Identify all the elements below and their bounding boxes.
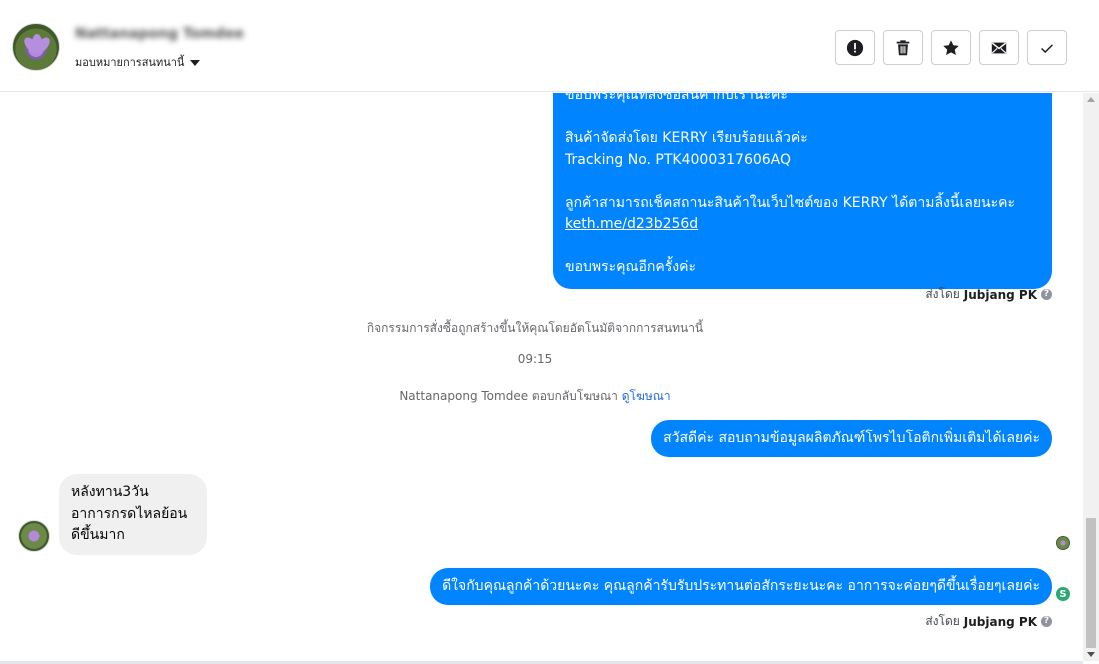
sent-by-agent: Jubjang PK bbox=[963, 287, 1037, 302]
trash-icon bbox=[896, 39, 910, 55]
message-line: ขอบพระคุณอีกครั้งค่ะ bbox=[565, 259, 696, 275]
caret-down-icon bbox=[190, 59, 201, 66]
timestamp: 09:15 bbox=[517, 352, 553, 366]
sent-by-prefix: ส่งโดย bbox=[925, 287, 960, 301]
assign-conversation-dropdown[interactable]: มอบหมายการสนทนานี้ bbox=[75, 53, 201, 71]
sent-by-prefix: ส่งโดย bbox=[925, 614, 960, 628]
system-ad-reply-notice: Nattanapong Tomdee ตอบกลับโฆษณา ดูโฆษณา bbox=[0, 387, 1070, 406]
mark-unread-button[interactable] bbox=[979, 30, 1019, 65]
sent-by-label: ส่งโดย Jubjang PK ? bbox=[925, 285, 1052, 304]
assign-label: มอบหมายการสนทนานี้ bbox=[75, 56, 185, 69]
view-ad-link[interactable]: ดูโฆษณา bbox=[622, 389, 671, 403]
scroll-up-arrow-icon[interactable] bbox=[1087, 97, 1095, 102]
message-line: ดีขึ้นมาก bbox=[71, 527, 125, 543]
outgoing-message-greeting: สวัสดีค่ะ สอบถามข้อมูลผลิตภัณฑ์โพรไบโอติ… bbox=[651, 420, 1052, 457]
message-line: สินค้าจัดส่งโดย KERRY เรียบร้อยแล้วค่ะ bbox=[565, 130, 808, 146]
star-icon bbox=[943, 39, 959, 55]
message-line: Tracking No. PTK4000317606AQ bbox=[565, 151, 792, 168]
report-button[interactable] bbox=[835, 30, 875, 65]
tracking-link[interactable]: keth.me/d23b256d bbox=[565, 216, 698, 232]
contact-name[interactable]: Nattanapong Tomdee bbox=[75, 26, 244, 42]
sent-by-label: ส่งโดย Jubjang PK ? bbox=[925, 612, 1052, 631]
message-line: ลูกค้าสามารถเช็คสถานะสินค้าในเว็บไซต์ของ… bbox=[565, 194, 1016, 211]
envelope-icon bbox=[991, 41, 1007, 53]
help-icon[interactable]: ? bbox=[1041, 616, 1052, 627]
system-order-notice: กิจกรรมการสั่งซื้อถูกสร้างขึ้นให้คุณโดยอ… bbox=[366, 321, 704, 335]
page-badge-icon: S bbox=[1056, 587, 1070, 601]
incoming-message: หลังทาน3วัน อาการกรดไหลย้อน ดีขึ้นมาก bbox=[59, 474, 207, 555]
conversation-header: Nattanapong Tomdee มอบหมายการสนทนานี้ bbox=[0, 0, 1099, 92]
contact-avatar[interactable] bbox=[12, 23, 60, 71]
scrollbar[interactable] bbox=[1083, 93, 1099, 661]
message-line: อาการกรดไหลย้อน bbox=[71, 505, 188, 522]
help-icon[interactable]: ? bbox=[1041, 289, 1052, 300]
message-thread[interactable]: ขอบพระคุณที่สั่งซื้อสินค้ากับเรานะคะ สิน… bbox=[0, 93, 1083, 661]
ad-reply-text: Nattanapong Tomdee ตอบกลับโฆษณา bbox=[399, 389, 618, 403]
header-actions bbox=[835, 30, 1067, 65]
alert-icon bbox=[846, 39, 864, 56]
check-icon bbox=[1041, 43, 1053, 53]
delete-button[interactable] bbox=[883, 30, 923, 65]
outgoing-message-shipping: ขอบพระคุณที่สั่งซื้อสินค้ากับเรานะคะ สิน… bbox=[553, 93, 1052, 289]
star-button[interactable] bbox=[931, 30, 971, 65]
seen-avatar bbox=[1056, 536, 1070, 550]
mark-done-button[interactable] bbox=[1027, 30, 1067, 65]
outgoing-message-followup: ดีใจกับคุณลูกค้าด้วยนะคะ คุณลูกค้ารับรับ… bbox=[430, 568, 1052, 605]
sent-by-agent: Jubjang PK bbox=[963, 614, 1037, 629]
scroll-thumb[interactable] bbox=[1086, 518, 1096, 648]
message-line: หลังทาน3วัน bbox=[71, 484, 149, 500]
message-line: ขอบพระคุณที่สั่งซื้อสินค้ากับเรานะคะ bbox=[565, 93, 788, 103]
scroll-down-arrow-icon[interactable] bbox=[1087, 652, 1095, 657]
contact-avatar-small[interactable] bbox=[18, 520, 50, 552]
